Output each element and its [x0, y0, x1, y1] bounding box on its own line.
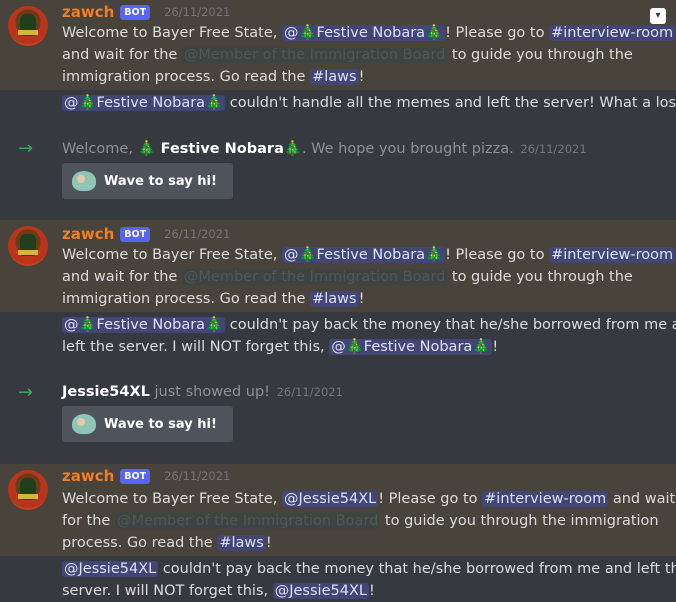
- message-line: Welcome to Bayer Free State, @🎄Festive N…: [62, 247, 676, 263]
- wave-button[interactable]: Wave to say hi!: [62, 163, 233, 199]
- author-name[interactable]: zawch: [62, 467, 114, 485]
- message-line: and wait for the @Member of the Immigrat…: [62, 269, 633, 285]
- bot-tag: BOT: [120, 226, 151, 242]
- join-arrow-icon: →: [18, 138, 34, 159]
- role-mention[interactable]: @Member of the Immigration Board: [181, 269, 448, 285]
- message-group: zawch BOT 26/11/2021 Welcome to Bayer Fr…: [0, 0, 676, 90]
- channel-link[interactable]: #laws: [310, 69, 359, 85]
- member-name[interactable]: Jessie54XL: [62, 384, 150, 400]
- timestamp: 26/11/2021: [276, 385, 343, 399]
- author-name[interactable]: zawch: [62, 3, 114, 21]
- wave-button-label: Wave to say hi!: [104, 173, 217, 189]
- message-line: @🎄Festive Nobara🎄 couldn't handle all th…: [62, 95, 676, 111]
- message-group: zawch BOT 26/11/2021 Welcome to Bayer Fr…: [0, 220, 676, 312]
- message-line: left the server. I will NOT forget this,…: [62, 339, 499, 355]
- message-line: immigration process. Go read the #laws!: [62, 291, 365, 307]
- wave-sticker-icon: [72, 414, 96, 434]
- message-line: immigration process. Go read the #laws!: [62, 69, 365, 85]
- user-mention[interactable]: @🎄Festive Nobara🎄: [282, 247, 446, 263]
- wave-button[interactable]: Wave to say hi!: [62, 406, 233, 442]
- message-line: @🎄Festive Nobara🎄 couldn't pay back the …: [62, 317, 676, 333]
- role-mention[interactable]: @Member of the Immigration Board: [181, 47, 448, 63]
- wave-sticker-icon: [72, 171, 96, 191]
- timestamp: 26/11/2021: [520, 142, 587, 156]
- channel-link[interactable]: #laws: [217, 535, 266, 551]
- channel-link[interactable]: #interview-room: [549, 25, 676, 41]
- role-mention[interactable]: @Member of the Immigration Board: [114, 513, 381, 529]
- avatar[interactable]: [8, 470, 48, 510]
- bot-tag: BOT: [120, 468, 151, 484]
- message-line: and wait for the @Member of the Immigrat…: [62, 47, 633, 63]
- author-name[interactable]: zawch: [62, 225, 114, 243]
- message-line: for the @Member of the Immigration Board…: [62, 513, 659, 529]
- join-arrow-icon: →: [18, 382, 34, 403]
- wave-button-label: Wave to say hi!: [104, 416, 217, 432]
- avatar[interactable]: [8, 6, 48, 46]
- message-line: server. I will NOT forget this, @Jessie5…: [62, 583, 375, 599]
- user-mention[interactable]: @🎄Festive Nobara🎄: [282, 25, 446, 41]
- avatar[interactable]: [8, 226, 48, 266]
- user-mention[interactable]: @Jessie54XL: [282, 491, 379, 507]
- channel-link[interactable]: #interview-room: [482, 491, 609, 507]
- user-mention[interactable]: @🎄Festive Nobara🎄: [62, 317, 226, 333]
- user-mention[interactable]: @🎄Festive Nobara🎄: [329, 339, 493, 355]
- bot-tag: BOT: [120, 4, 151, 20]
- message-line: Welcome to Bayer Free State, @🎄Festive N…: [62, 25, 676, 41]
- channel-link[interactable]: #interview-room: [549, 247, 676, 263]
- timestamp: 26/11/2021: [164, 5, 231, 19]
- message-line: @Jessie54XL couldn't pay back the money …: [62, 561, 676, 577]
- user-mention[interactable]: @Jessie54XL: [62, 561, 159, 577]
- user-mention[interactable]: @🎄Festive Nobara🎄: [62, 95, 226, 111]
- message-group: zawch BOT 26/11/2021 Welcome to Bayer Fr…: [0, 464, 676, 556]
- user-mention[interactable]: @Jessie54XL: [272, 583, 369, 599]
- system-message: Jessie54XL just showed up! 26/11/2021: [62, 384, 343, 400]
- message-line: Welcome to Bayer Free State, @Jessie54XL…: [62, 491, 676, 507]
- message-line: process. Go read the #laws!: [62, 535, 272, 551]
- channel-link[interactable]: #laws: [310, 291, 359, 307]
- timestamp: 26/11/2021: [164, 469, 231, 483]
- system-message: Welcome, 🎄 Festive Nobara🎄. We hope you …: [62, 141, 587, 157]
- member-name[interactable]: 🎄 Festive Nobara🎄: [138, 141, 302, 157]
- timestamp: 26/11/2021: [164, 227, 231, 241]
- message-menu-icon[interactable]: ▾: [650, 8, 666, 24]
